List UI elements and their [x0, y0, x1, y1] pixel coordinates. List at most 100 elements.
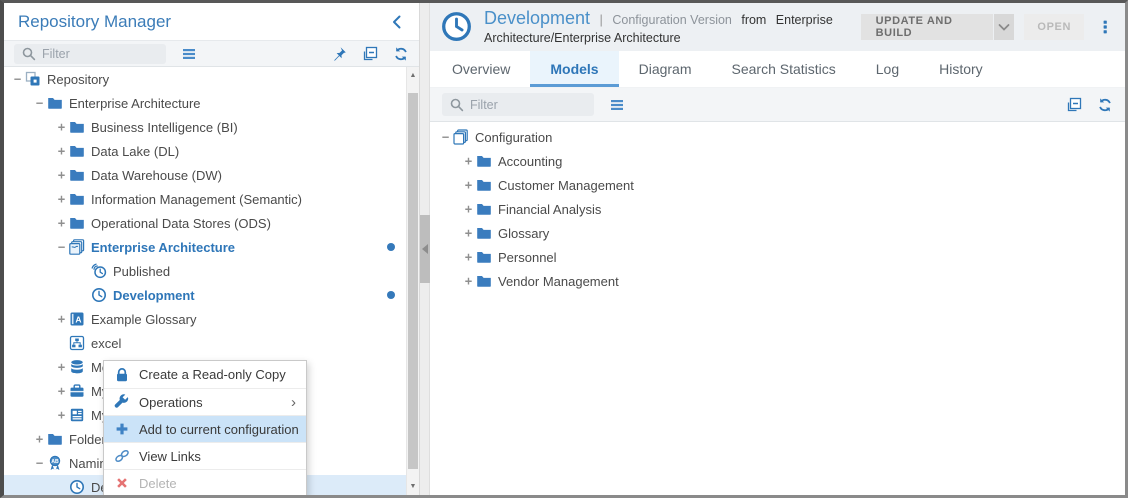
expand-expander-icon[interactable]: +: [54, 408, 69, 422]
tree-row[interactable]: + Operational Data Stores (ODS): [4, 211, 406, 235]
tree-row[interactable]: + Data Lake (DL): [4, 139, 406, 163]
tree-item-label: Repository: [47, 72, 109, 87]
scroll-down-icon[interactable]: ▼: [407, 480, 419, 493]
clock-icon: [69, 479, 86, 495]
folder-icon: [69, 215, 86, 231]
menu-item-view-links[interactable]: View Links: [104, 442, 306, 469]
expand-expander-icon[interactable]: +: [54, 120, 69, 134]
update-and-build-button[interactable]: UPDATE AND BUILD: [861, 14, 993, 40]
expand-expander-icon[interactable]: +: [461, 250, 476, 264]
expand-expander-icon[interactable]: +: [54, 168, 69, 182]
tree-item-label: Customer Management: [498, 178, 634, 193]
collapse-panel-icon[interactable]: [389, 14, 405, 30]
update-and-build-dropdown[interactable]: [994, 14, 1015, 40]
splitter-collapse-handle[interactable]: [420, 215, 430, 283]
expand-expander-icon[interactable]: +: [461, 178, 476, 192]
pages-icon: [453, 129, 470, 145]
tab-bar: Overview Models Diagram Search Statistic…: [430, 51, 1125, 88]
expand-expander-icon[interactable]: +: [461, 154, 476, 168]
menu-item-create-a-read-only-copy[interactable]: Create a Read-only Copy: [104, 361, 306, 388]
panel-splitter[interactable]: [420, 3, 430, 495]
sitemap-icon: [69, 335, 86, 351]
filter-input[interactable]: [42, 47, 159, 61]
expand-expander-icon[interactable]: +: [54, 384, 69, 398]
modified-dot: [387, 291, 395, 299]
tree-row[interactable]: − Enterprise Architecture: [4, 91, 406, 115]
tree-item-label: excel: [91, 336, 121, 351]
expand-expander-icon[interactable]: +: [54, 192, 69, 206]
tree-row[interactable]: + Customer Management: [430, 173, 1125, 197]
scroll-up-icon[interactable]: ▲: [407, 69, 419, 82]
tree-row[interactable]: − Configuration: [430, 125, 1125, 149]
tree-row[interactable]: + Business Intelligence (BI): [4, 115, 406, 139]
open-button[interactable]: OPEN: [1024, 14, 1084, 40]
expand-expander-icon[interactable]: +: [32, 432, 47, 446]
tree-item-label: Development: [113, 288, 195, 303]
tree-row[interactable]: + Accounting: [430, 149, 1125, 173]
submenu-arrow-icon: ›: [291, 395, 296, 410]
menu-hamburger-icon[interactable]: [181, 46, 197, 62]
splitter-arrow-icon: [422, 244, 428, 254]
tree-row[interactable]: + Vendor Management: [430, 269, 1125, 293]
left-panel-header: Repository Manager: [4, 3, 419, 41]
links-icon: [114, 448, 130, 464]
menu-hamburger-icon[interactable]: [609, 97, 625, 113]
tree-row[interactable]: + Glossary: [430, 221, 1125, 245]
tab-search-statistics[interactable]: Search Statistics: [712, 51, 856, 87]
collapse-expander-icon[interactable]: −: [32, 456, 47, 470]
tab-overview[interactable]: Overview: [432, 51, 530, 87]
collapse-all-icon[interactable]: [1066, 97, 1082, 113]
kebab-menu-icon[interactable]: [1097, 19, 1113, 35]
tree-item-label: Configuration: [475, 130, 552, 145]
vertical-scrollbar[interactable]: ▲ ▼: [406, 67, 419, 495]
menu-item-operations[interactable]: Operations ›: [104, 388, 306, 415]
folder-icon: [476, 249, 493, 265]
folder-icon: [69, 143, 86, 159]
refresh-icon[interactable]: [1097, 97, 1113, 113]
filter-box: [442, 93, 594, 116]
tree-row[interactable]: + Data Warehouse (DW): [4, 163, 406, 187]
tab-diagram[interactable]: Diagram: [619, 51, 712, 87]
tree-row[interactable]: + A Example Glossary: [4, 307, 406, 331]
expand-expander-icon[interactable]: +: [461, 202, 476, 216]
collapse-all-icon[interactable]: [362, 46, 378, 62]
tree-row[interactable]: − Repository: [4, 67, 406, 91]
tree-item-label: Personnel: [498, 250, 557, 265]
expand-expander-icon[interactable]: +: [461, 274, 476, 288]
clock-signal-icon: [91, 263, 108, 279]
pin-icon[interactable]: [331, 46, 347, 62]
collapse-expander-icon[interactable]: −: [54, 240, 69, 254]
menu-item-add-to-current-configuration[interactable]: Add to current configuration: [104, 415, 306, 442]
collapse-expander-icon[interactable]: −: [438, 130, 453, 144]
expand-expander-icon[interactable]: +: [54, 216, 69, 230]
tab-label: History: [939, 61, 983, 77]
tree-row[interactable]: + Personnel: [430, 245, 1125, 269]
tree-row[interactable]: + Financial Analysis: [430, 197, 1125, 221]
refresh-icon[interactable]: [393, 46, 409, 62]
expand-expander-icon[interactable]: +: [54, 144, 69, 158]
collapse-expander-icon[interactable]: −: [32, 96, 47, 110]
tab-models[interactable]: Models: [530, 51, 618, 87]
tree-row[interactable]: Development: [4, 283, 406, 307]
tab-log[interactable]: Log: [856, 51, 919, 87]
tree-row[interactable]: Published: [4, 259, 406, 283]
collapse-expander-icon[interactable]: −: [10, 72, 25, 86]
folder-icon: [476, 153, 493, 169]
scroll-thumb[interactable]: [408, 93, 418, 469]
expand-expander-icon[interactable]: +: [54, 360, 69, 374]
tree-item-label: Folder: [69, 432, 106, 447]
tab-label: Diagram: [639, 61, 692, 77]
expand-expander-icon[interactable]: +: [461, 226, 476, 240]
filter-input[interactable]: [470, 98, 587, 112]
tree-row[interactable]: − Enterprise Architecture: [4, 235, 406, 259]
expand-expander-icon[interactable]: +: [54, 312, 69, 326]
tree-item-label: Data Warehouse (DW): [91, 168, 222, 183]
tree-row[interactable]: excel: [4, 331, 406, 355]
left-toolbar: [4, 41, 419, 67]
tree-row[interactable]: + Information Management (Semantic): [4, 187, 406, 211]
menu-item-label: View Links: [139, 449, 201, 464]
tab-history[interactable]: History: [919, 51, 1003, 87]
lock-icon: [114, 367, 130, 383]
folder-icon: [476, 225, 493, 241]
award-icon: AB: [47, 455, 64, 471]
